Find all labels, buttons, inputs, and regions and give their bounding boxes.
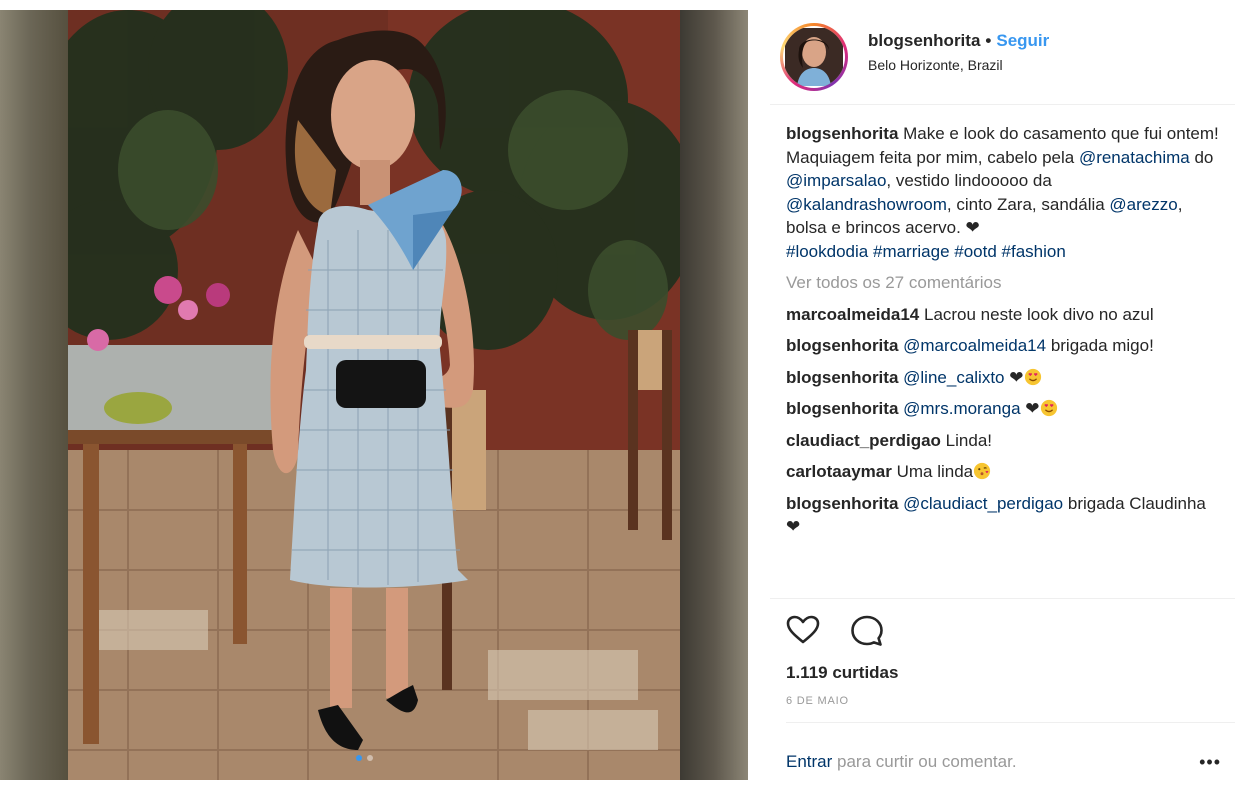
comment-item: blogsenhorita @line_calixto ❤ xyxy=(786,366,1221,390)
carousel-dot-active[interactable] xyxy=(356,755,362,761)
comment-text: Linda! xyxy=(945,430,992,450)
carousel-dot[interactable] xyxy=(367,755,373,761)
comment-username[interactable]: blogsenhorita xyxy=(786,368,898,387)
comments-list[interactable]: blogsenhorita Make e look do casamento q… xyxy=(786,122,1221,598)
post-header: blogsenhorita • Seguir Belo Horizonte, Bra… xyxy=(770,10,1235,105)
comment-username[interactable]: blogsenhorita xyxy=(786,494,898,513)
comment-username[interactable]: claudiact_perdigao xyxy=(786,431,941,450)
location-link[interactable]: Belo Horizonte, Brazil xyxy=(868,57,1049,73)
media-blur-left xyxy=(0,10,68,780)
heart-emoji: ❤ xyxy=(965,218,980,237)
footer-divider xyxy=(786,722,1235,723)
story-ring[interactable] xyxy=(780,23,848,91)
speech-bubble-icon xyxy=(851,615,883,646)
comment-text: ❤ xyxy=(1025,399,1040,418)
hashtag-link[interactable]: #fashion xyxy=(1002,242,1066,261)
comment-item: blogsenhorita @marcoalmeida14 brigada mi… xyxy=(786,334,1221,358)
mention-link[interactable]: @imparsalao xyxy=(786,171,886,190)
follow-button[interactable]: Seguir xyxy=(996,31,1049,50)
caption-text: do xyxy=(1189,147,1214,167)
carousel-indicator xyxy=(356,755,373,765)
media-blur-right xyxy=(680,10,748,780)
mention-link[interactable]: @mrs.moranga xyxy=(903,399,1020,418)
view-all-comments-link[interactable]: Ver todos os 27 comentários xyxy=(786,271,1221,295)
kissing-emoji-icon xyxy=(974,462,991,480)
like-button[interactable] xyxy=(786,615,820,645)
comment-text: Lacrou neste look divo no azul xyxy=(923,304,1154,324)
post-media xyxy=(0,0,760,790)
post-date[interactable]: 6 DE MAIO xyxy=(786,695,849,707)
caption-text: , vestido lindooooo da xyxy=(886,171,1052,190)
hashtag-link[interactable]: #lookdodia xyxy=(786,242,868,261)
avatar[interactable] xyxy=(783,26,845,88)
comment-text: Uma linda xyxy=(896,462,974,481)
more-options-button[interactable]: ••• xyxy=(1199,752,1221,773)
header-text: blogsenhorita • Seguir Belo Horizonte, Bra… xyxy=(868,31,1049,73)
heart-outline-icon xyxy=(786,615,820,644)
mention-link[interactable]: @kalandrashowroom xyxy=(786,195,947,214)
heart-eyes-emoji-icon xyxy=(1040,399,1057,417)
post-actions: 1.119 curtidas 6 DE MAIO xyxy=(770,598,1235,707)
comment-text: brigada migo! xyxy=(1050,336,1154,355)
comment-username[interactable]: blogsenhorita xyxy=(786,399,898,418)
comment-item: claudiact_perdigao Linda! xyxy=(786,429,1221,453)
avatar-image xyxy=(785,28,843,86)
comment-item: carlotaaymar Uma linda xyxy=(786,460,1221,484)
post-author-username[interactable]: blogsenhorita xyxy=(868,31,980,50)
post-sidebar: blogsenhorita • Seguir Belo Horizonte, Bra… xyxy=(770,10,1235,780)
comment-item: blogsenhorita @mrs.moranga ❤ xyxy=(786,397,1221,421)
mention-link[interactable]: @claudiact_perdigao xyxy=(903,494,1063,513)
comment-username[interactable]: blogsenhorita xyxy=(786,336,898,355)
login-prompt-text: para curtir ou comentar. xyxy=(832,752,1017,771)
post-caption: blogsenhorita Make e look do casamento q… xyxy=(786,122,1221,263)
likes-count[interactable]: 1.119 curtidas xyxy=(786,663,898,683)
post-photo[interactable] xyxy=(68,10,680,780)
caption-text: , cinto Zara, sandália xyxy=(946,194,1110,214)
comment-item: blogsenhorita @claudiact_perdigao brigad… xyxy=(786,492,1221,539)
mention-link[interactable]: @arezzo xyxy=(1109,195,1177,214)
login-link[interactable]: Entrar xyxy=(786,752,832,771)
post-footer: Entrar para curtir ou comentar. ••• xyxy=(786,722,1235,782)
comment-button[interactable] xyxy=(850,615,884,647)
header-separator: • xyxy=(985,31,992,50)
mention-link[interactable]: @marcoalmeida14 xyxy=(903,336,1046,355)
comment-username[interactable]: marcoalmeida14 xyxy=(786,305,919,324)
comment-item: marcoalmeida14 Lacrou neste look divo no… xyxy=(786,303,1221,327)
mention-link[interactable]: @renatachima xyxy=(1079,148,1190,167)
comment-username[interactable]: carlotaaymar xyxy=(786,462,892,481)
photo-illustration xyxy=(68,10,680,780)
heart-eyes-emoji-icon xyxy=(1024,368,1041,385)
login-prompt: Entrar para curtir ou comentar. xyxy=(786,752,1017,772)
mention-link[interactable]: @line_calixto xyxy=(903,368,1004,387)
hashtag-link[interactable]: #marriage xyxy=(873,242,950,261)
comment-text: ❤ xyxy=(1009,367,1024,387)
hashtag-link[interactable]: #ootd xyxy=(954,242,997,261)
caption-username[interactable]: blogsenhorita xyxy=(786,124,898,143)
